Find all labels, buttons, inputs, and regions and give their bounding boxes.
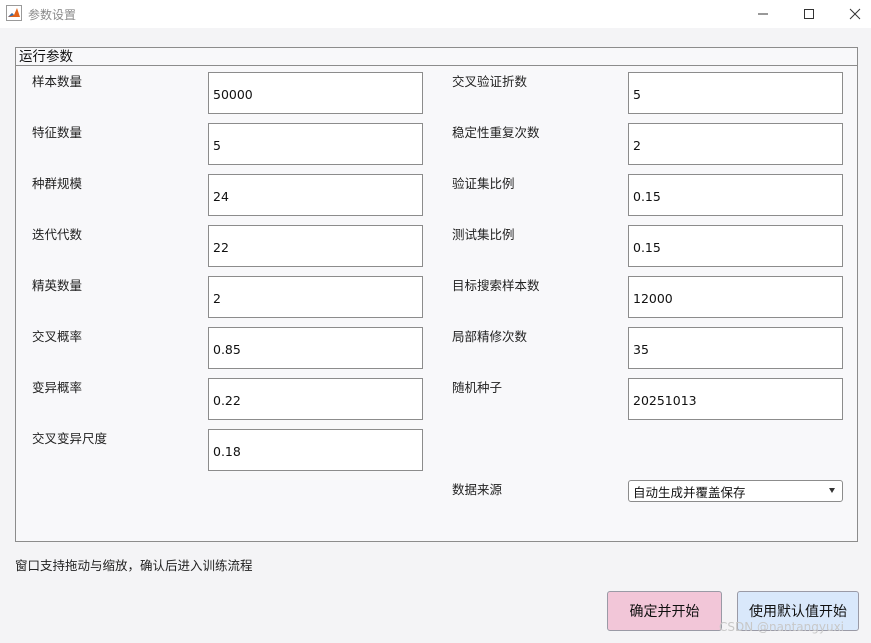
confirm-start-button[interactable]: 确定并开始 — [607, 591, 722, 631]
panel-title: 运行参数 — [19, 49, 73, 65]
elite-count-input[interactable]: 2 — [208, 276, 423, 318]
stability-repeats-input[interactable]: 2 — [628, 123, 843, 165]
crossover-rate-input[interactable]: 0.85 — [208, 327, 423, 369]
maximize-icon — [804, 9, 814, 19]
data-source-selected: 自动生成并覆盖保存 — [633, 484, 746, 500]
label-elite-count: 精英数量 — [32, 278, 83, 293]
label-target-search-samples: 目标搜索样本数 — [452, 278, 540, 293]
maximize-button[interactable] — [786, 0, 832, 28]
data-source-select[interactable]: 自动生成并覆盖保存 — [628, 480, 843, 502]
local-refine-count-input[interactable]: 35 — [628, 327, 843, 369]
label-population-size: 种群规模 — [32, 176, 83, 191]
window-title-bar[interactable]: 参数设置 — [0, 0, 871, 28]
label-random-seed: 随机种子 — [452, 380, 503, 395]
label-crossover-rate: 交叉概率 — [32, 329, 83, 344]
label-feature-count: 特征数量 — [32, 125, 83, 140]
population-size-input[interactable]: 24 — [208, 174, 423, 216]
random-seed-input[interactable]: 20251013 — [628, 378, 843, 420]
label-cv-folds: 交叉验证折数 — [452, 74, 528, 89]
test-ratio-input[interactable]: 0.15 — [628, 225, 843, 267]
label-crossover-mutation-scale: 交叉变异尺度 — [32, 431, 108, 446]
label-generations: 迭代代数 — [32, 227, 83, 242]
watermark: CSDN @nantangyuxi — [719, 620, 845, 634]
close-icon — [849, 8, 861, 20]
panel-header: 运行参数 — [16, 48, 857, 66]
sample-count-input[interactable]: 50000 — [208, 72, 423, 114]
close-button[interactable] — [832, 0, 871, 28]
label-data-source: 数据来源 — [452, 482, 503, 497]
crossover-mutation-scale-input[interactable]: 0.18 — [208, 429, 423, 471]
matlab-icon — [6, 5, 22, 21]
mutation-rate-input[interactable]: 0.22 — [208, 378, 423, 420]
hint-text: 窗口支持拖动与缩放，确认后进入训练流程 — [15, 558, 253, 573]
cv-folds-input[interactable]: 5 — [628, 72, 843, 114]
target-search-samples-input[interactable]: 12000 — [628, 276, 843, 318]
validation-ratio-input[interactable]: 0.15 — [628, 174, 843, 216]
generations-input[interactable]: 22 — [208, 225, 423, 267]
window-title: 参数设置 — [28, 8, 77, 22]
label-sample-count: 样本数量 — [32, 74, 83, 89]
feature-count-input[interactable]: 5 — [208, 123, 423, 165]
minimize-icon — [758, 13, 768, 15]
label-stability-repeats: 稳定性重复次数 — [452, 125, 540, 140]
label-local-refine-count: 局部精修次数 — [452, 329, 528, 344]
dropdown-arrow-icon — [829, 488, 835, 493]
minimize-button[interactable] — [740, 0, 786, 28]
label-test-ratio: 测试集比例 — [452, 227, 515, 242]
label-mutation-rate: 变异概率 — [32, 380, 83, 395]
label-validation-ratio: 验证集比例 — [452, 176, 515, 191]
